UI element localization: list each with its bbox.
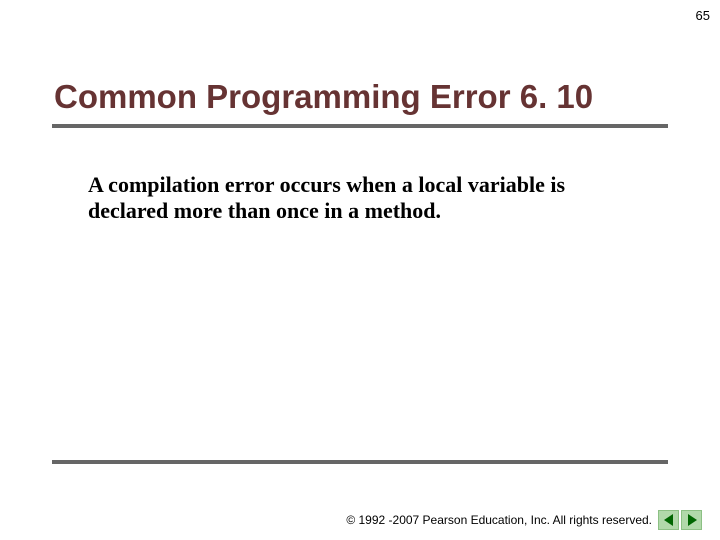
prev-button[interactable] (658, 510, 679, 530)
body-text: A compilation error occurs when a local … (88, 172, 630, 225)
slide: 65 Common Programming Error 6. 10 A comp… (0, 0, 720, 540)
triangle-right-icon (687, 514, 697, 526)
title-band: Common Programming Error 6. 10 (52, 78, 668, 128)
title-underline (52, 124, 668, 128)
slide-title: Common Programming Error 6. 10 (54, 78, 668, 116)
page-number: 65 (696, 8, 710, 23)
nav-controls (658, 510, 702, 530)
bottom-rule (52, 460, 668, 464)
triangle-left-icon (664, 514, 674, 526)
footer: © 1992 -2007 Pearson Education, Inc. All… (346, 510, 702, 530)
next-button[interactable] (681, 510, 702, 530)
copyright-text: © 1992 -2007 Pearson Education, Inc. All… (346, 513, 652, 527)
